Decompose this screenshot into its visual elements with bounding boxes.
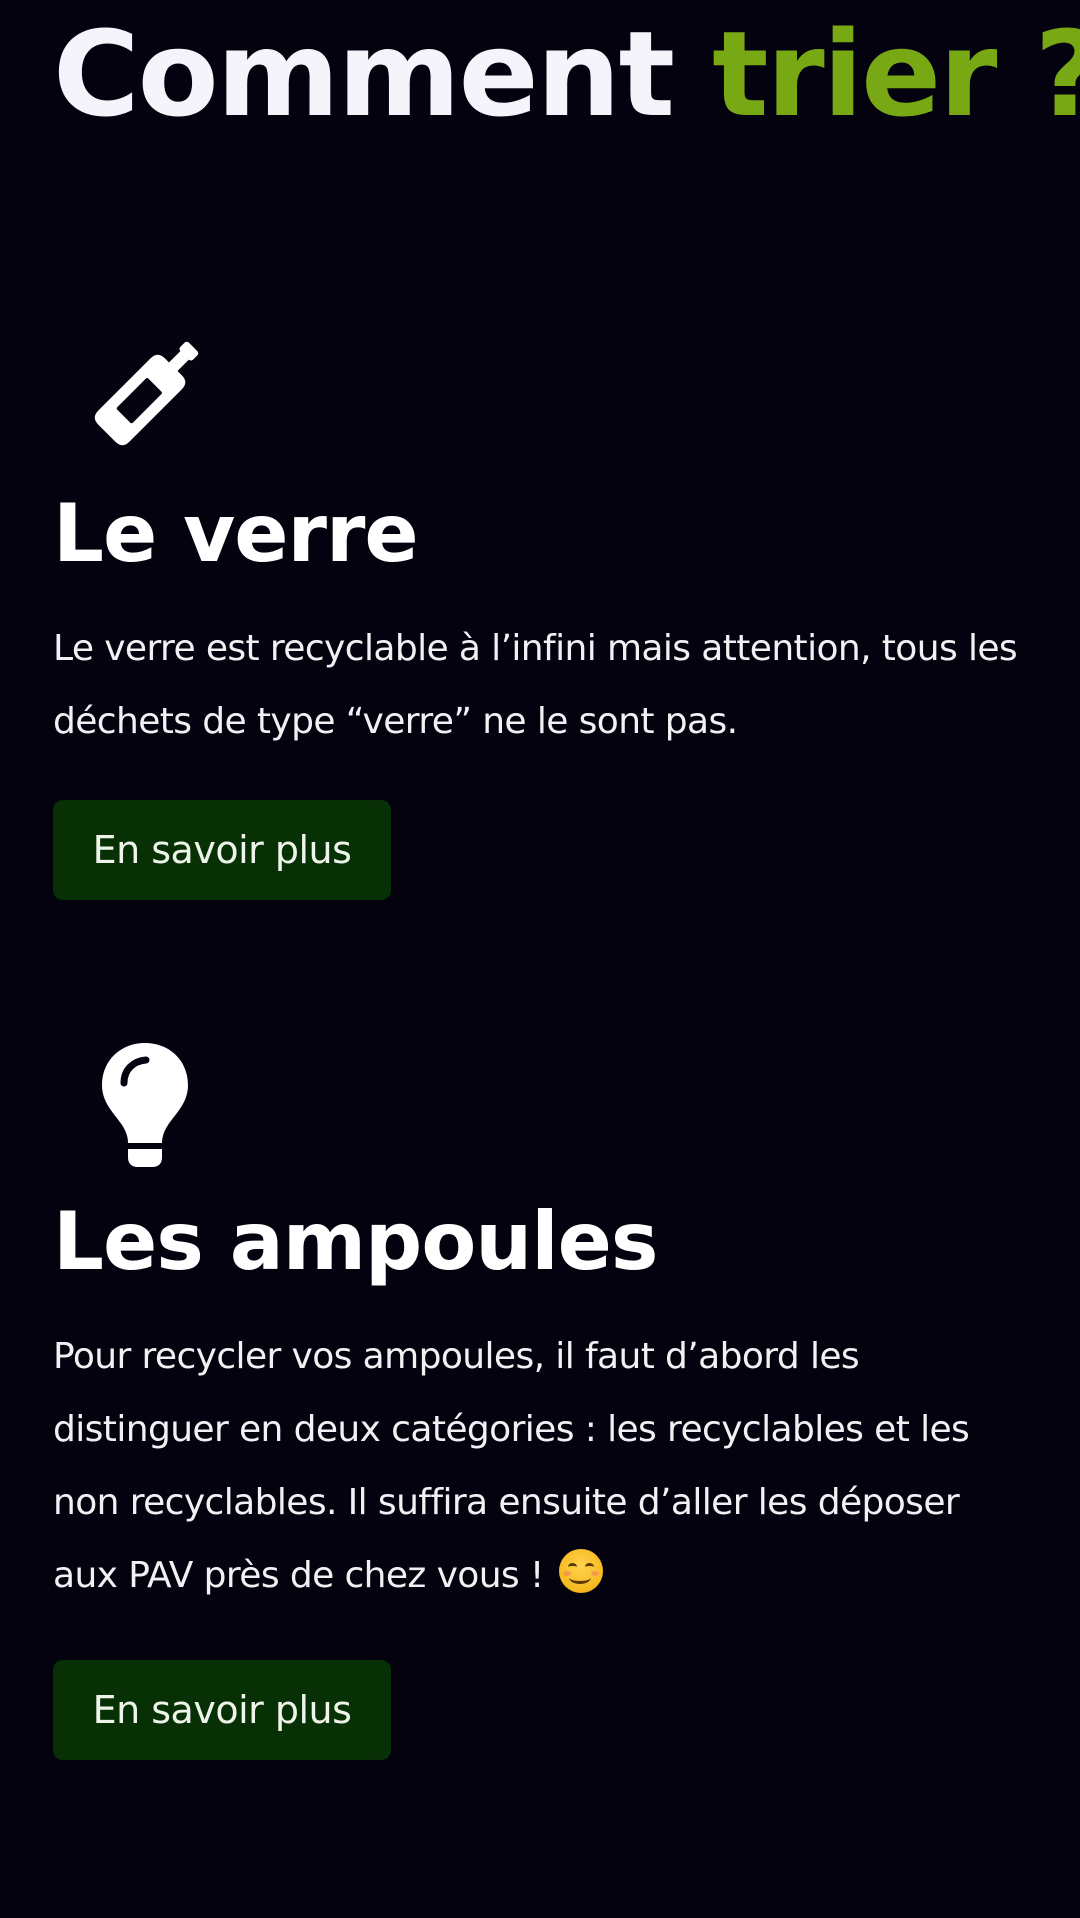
bottle-icon [94,341,199,446]
card-description-text: Pour recycler vos ampoules, il faut d’ab… [53,1336,970,1596]
bottle-icon-box [53,310,237,480]
card-title: Les ampoules [53,1195,659,1288]
page-title-accent: trier ? [712,5,1080,143]
page-title-main: Comment [53,5,713,143]
learn-more-button-bulbs[interactable]: En savoir plus [53,1660,391,1760]
lightbulb-icon-box [53,1018,237,1188]
card-title: Le verre [53,487,419,580]
page: Comment trier ? Le verre Le verre est re… [0,0,1080,1918]
learn-more-button-glass[interactable]: En savoir plus [53,800,391,900]
page-title: Comment trier ? [53,0,1080,134]
card-description: Le verre est recyclable à l’infini mais … [53,628,1018,742]
card-description: Pour recycler vos ampoules, il faut d’ab… [53,1320,1023,1612]
smiling-face-emoji-icon [558,1549,603,1593]
lightbulb-icon [102,1043,188,1167]
card-glass: Le verre Le verre est recyclable à l’inf… [53,310,1027,900]
card-bulbs: Les ampoules Pour recycler vos ampoules,… [53,1018,1027,1760]
